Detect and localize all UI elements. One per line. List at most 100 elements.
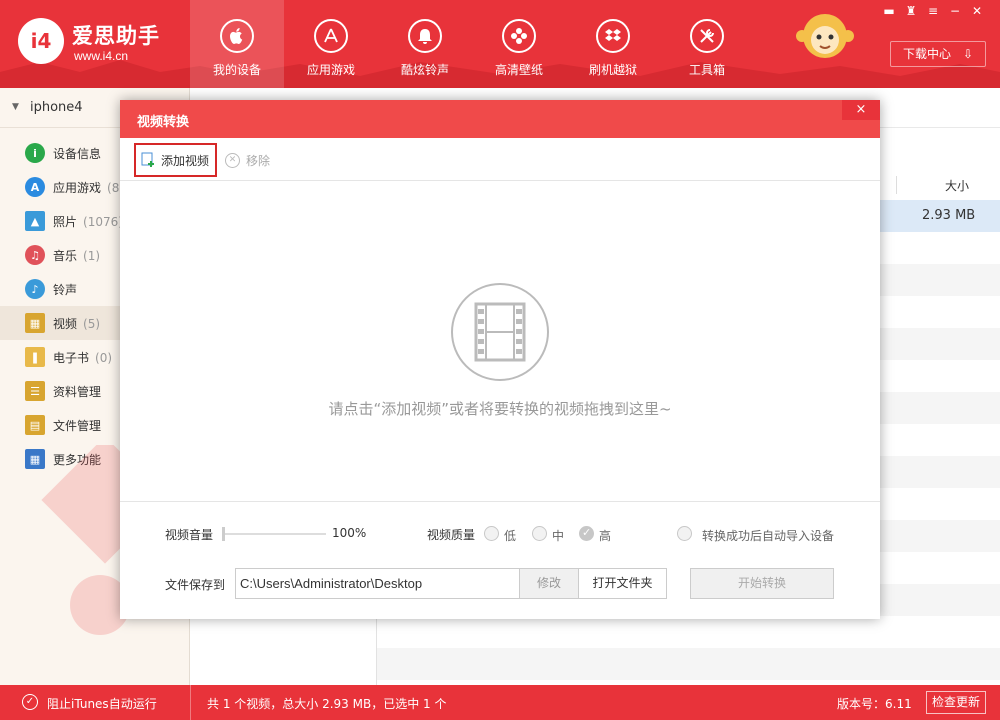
table-row [880,456,1000,488]
volume-slider[interactable] [222,533,326,535]
app-url: www.i4.cn [74,49,129,63]
remove-button[interactable]: ✕ 移除 [225,151,270,169]
table-row [880,264,1000,296]
save-path-field[interactable]: C:\Users\Administrator\Desktop [235,568,520,599]
table-row [880,584,1000,616]
sidebar-item-count: (5) [83,317,101,331]
book-icon: ❚ [25,347,45,367]
tools-icon [690,19,724,53]
skin-icon[interactable]: ♜ [902,3,920,19]
sidebar-item-label: 电子书 [53,351,90,365]
sidebar-item-count: (8 [107,181,120,195]
app-name: 爱思助手 [72,24,160,48]
dialog-toolbar: 添加视频 ✕ 移除 [120,138,880,181]
menu-icon[interactable]: ≡ [924,3,942,19]
download-center-button[interactable]: 下载中心 ⇩ [890,41,986,67]
minimize-icon[interactable]: − [946,3,964,19]
sidebar-item-label: 音乐 [53,249,78,263]
column-divider [896,176,897,194]
sidebar-item-count: (0) [95,351,113,365]
nav-apps-games[interactable]: 应用游戏 [284,0,378,88]
nav-label: 我的设备 [212,63,261,77]
version-label: 版本号：6.11 [837,697,912,711]
dialog-options: 视频音量 100% 视频质量 低 中 高 转换成功后自动导入设备 文件保存到 C… [120,501,880,619]
apple-icon [220,19,254,53]
sidebar-item-label: 照片 [53,215,78,229]
nav-ringtones[interactable]: 酷炫铃声 [378,0,472,88]
list-divider [376,618,377,685]
add-video-button[interactable]: 添加视频 [134,143,217,177]
video-convert-dialog: 视频转换 × 添加视频 ✕ 移除 请点击“添加视频”或者将要转换的视频拖拽到这里… [120,100,880,619]
nav-wallpapers[interactable]: 高清壁纸 [472,0,566,88]
sidebar-item-label: 视频 [53,317,78,331]
sidebar-item-count: (1) [83,249,101,263]
dialog-title-bar: 视频转换 × [120,100,880,138]
quality-high-radio[interactable] [579,526,594,541]
monkey-mascot-icon [796,14,854,58]
nav-label: 刷机越狱 [588,63,637,77]
table-row [880,392,1000,424]
contacts-icon: ☰ [25,381,45,401]
status-bar: ✓ 阻止iTunes自动运行 共 1 个视频，总大小 2.93 MB，已选中 1… [0,685,1000,720]
status-divider [190,685,191,720]
music-icon: ♫ [25,245,45,265]
quality-label: 视频质量 [427,528,476,542]
check-circle-icon: ✓ [22,694,38,710]
bell-icon [408,19,442,53]
film-icon: ▦ [25,313,45,333]
flower-icon [502,19,536,53]
dialog-title: 视频转换 [137,115,190,130]
table-row [880,520,1000,552]
nav-my-device[interactable]: 我的设备 [190,0,284,88]
nav-label: 应用游戏 [306,63,355,77]
remove-icon: ✕ [225,152,240,168]
start-convert-button[interactable]: 开始转换 [690,568,834,599]
row-size-value: 2.93 MB [922,208,976,223]
quality-low-radio[interactable] [484,526,499,541]
nav-flash-jailbreak[interactable]: 刷机越狱 [566,0,660,88]
download-center-label: 下载中心 [903,47,952,61]
message-icon[interactable]: ▬ [880,3,898,19]
auto-import-checkbox[interactable] [677,526,692,541]
table-row [377,619,1000,651]
app-store-icon: A [25,177,45,197]
sidebar-item-label: 资料管理 [53,385,102,399]
auto-import-label: 转换成功后自动导入设备 [702,529,835,543]
close-icon[interactable]: ✕ [968,3,986,19]
nav-label: 高清壁纸 [494,63,543,77]
open-folder-button[interactable]: 打开文件夹 [578,568,667,599]
table-row [880,328,1000,360]
drop-hint: 请点击“添加视频”或者将要转换的视频拖拽到这里~ [328,400,672,418]
photo-icon: ▲ [25,211,45,231]
nav-toolbox[interactable]: 工具箱 [660,0,754,88]
sidebar-item-label: 铃声 [53,283,78,297]
sidebar-item-label: 文件管理 [53,419,102,433]
download-icon: ⇩ [962,47,973,61]
nav-label: 酷炫铃声 [400,63,449,77]
volume-value: 100% [332,526,367,540]
modify-path-button[interactable]: 修改 [519,568,579,599]
quality-option-label: 低 [504,529,517,543]
quality-option-label: 中 [552,529,565,543]
save-to-label: 文件保存到 [165,578,226,592]
bell-icon: ♪ [25,279,45,299]
quality-medium-radio[interactable] [532,526,547,541]
sidebar-item-label: 设备信息 [53,147,102,161]
info-icon: i [25,143,45,163]
table-row [377,648,1000,680]
column-size-header[interactable]: 大小 [945,177,969,194]
check-update-button[interactable]: 检查更新 [926,691,986,714]
film-reel-icon [451,283,549,381]
add-file-icon [141,152,154,167]
volume-slider-handle[interactable] [222,527,225,541]
status-summary: 共 1 个视频，总大小 2.93 MB，已选中 1 个 [207,697,447,711]
block-itunes-label: 阻止iTunes自动运行 [47,697,157,711]
close-icon[interactable]: × [842,100,880,120]
header: i4 爱思助手 www.i4.cn 我的设备 应用游戏 酷炫铃声 高清壁纸 刷机… [0,0,1000,88]
block-itunes-toggle[interactable]: ✓ 阻止iTunes自动运行 [0,685,190,720]
sidebar-item-label: 应用游戏 [53,181,102,195]
device-name: iphone4 [30,100,83,115]
dropbox-icon [596,19,630,53]
sidebar-item-count: (1076) [83,215,123,229]
quality-option-label: 高 [599,529,612,543]
